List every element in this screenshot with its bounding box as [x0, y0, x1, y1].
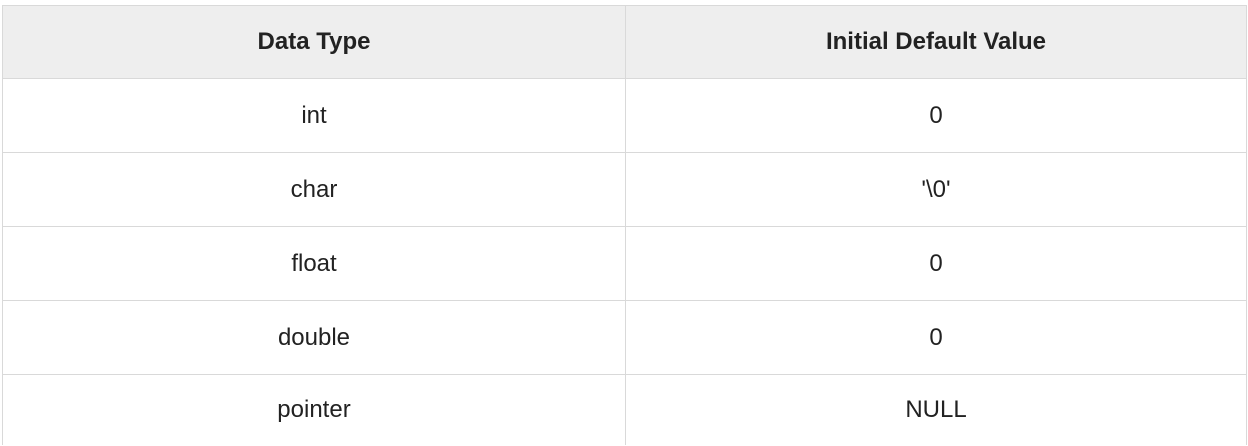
cell-data-type: float [2, 226, 626, 301]
table-header: Data Type Initial Default Value [2, 5, 1247, 79]
cell-default-value: 0 [625, 300, 1247, 375]
table-row: pointer NULL [2, 374, 1247, 445]
header-data-type: Data Type [2, 5, 626, 79]
header-initial-default-value: Initial Default Value [625, 5, 1247, 79]
table-row: char '\0' [2, 152, 1247, 227]
cell-data-type: int [2, 78, 626, 153]
header-row: Data Type Initial Default Value [2, 5, 1247, 79]
cell-data-type: double [2, 300, 626, 375]
cell-data-type: pointer [2, 374, 626, 445]
default-values-table-container: Data Type Initial Default Value int 0 ch… [2, 5, 1247, 445]
cell-default-value: '\0' [625, 152, 1247, 227]
table-body: int 0 char '\0' float 0 double 0 pointer… [2, 78, 1247, 445]
cell-default-value: 0 [625, 226, 1247, 301]
table-row: float 0 [2, 226, 1247, 301]
table-row: int 0 [2, 78, 1247, 153]
default-values-table: Data Type Initial Default Value int 0 ch… [2, 5, 1247, 445]
cell-default-value: NULL [625, 374, 1247, 445]
table-row: double 0 [2, 300, 1247, 375]
cell-default-value: 0 [625, 78, 1247, 153]
cell-data-type: char [2, 152, 626, 227]
